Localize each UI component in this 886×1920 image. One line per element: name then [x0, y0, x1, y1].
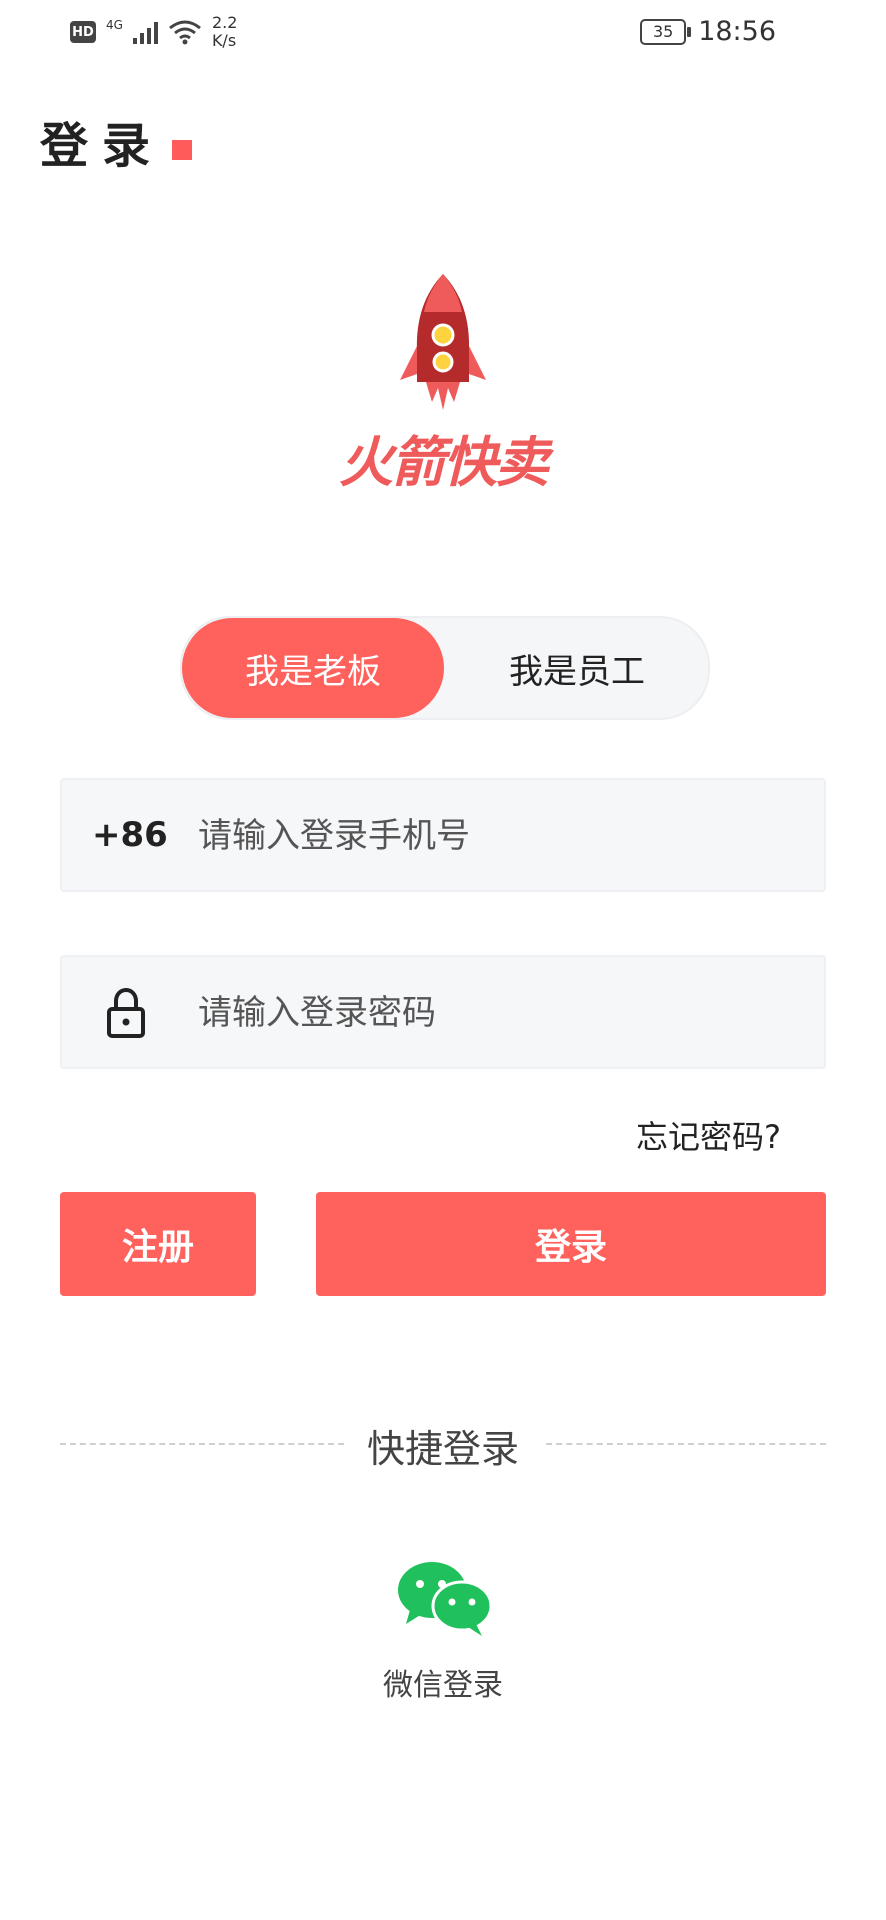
password-field[interactable]	[60, 955, 826, 1069]
role-option-boss[interactable]: 我是老板	[182, 618, 444, 718]
battery-icon: 35	[640, 18, 692, 45]
speed-value: 2.2	[211, 13, 238, 32]
login-button[interactable]: 登录	[316, 1192, 826, 1296]
status-left: HD 4G 2.2 K/s	[70, 14, 237, 50]
clock: 18:56	[698, 16, 776, 47]
network-speed: 2.2 K/s	[212, 14, 237, 50]
forgot-password-link[interactable]: 忘记密码?	[636, 1112, 781, 1158]
role-toggle: 我是老板 我是员工	[180, 616, 710, 720]
app-logo: 火箭快卖	[318, 270, 568, 494]
wifi-icon	[169, 20, 201, 45]
signal-icon	[132, 20, 158, 44]
speed-unit: K/s	[211, 31, 237, 50]
network-label: 4G	[106, 18, 123, 32]
phone-input[interactable]	[196, 780, 800, 892]
rocket-icon	[400, 274, 486, 410]
title-accent-dot	[172, 140, 192, 160]
status-right: 35 18:56	[640, 16, 776, 47]
quick-login-label: 快捷登录	[366, 1427, 519, 1471]
status-bar: HD 4G 2.2 K/s 35 18:56	[0, 0, 886, 66]
wechat-login-label[interactable]: 微信登录	[0, 1660, 886, 1704]
phone-field[interactable]: +86	[60, 778, 826, 892]
lock-icon	[107, 987, 145, 1038]
page-title: 登录	[40, 118, 165, 174]
divider-right	[546, 1443, 826, 1445]
wechat-icon[interactable]	[396, 1560, 492, 1636]
role-option-staff[interactable]: 我是员工	[446, 618, 708, 718]
hd-badge: HD	[70, 21, 96, 43]
logo-text: 火箭快卖	[339, 431, 549, 494]
register-button[interactable]: 注册	[60, 1192, 256, 1296]
battery-level: 35	[653, 22, 674, 41]
password-input[interactable]	[196, 957, 800, 1069]
login-page: HD 4G 2.2 K/s 35 18:56 登录 火箭快卖 我是老板 我是员工…	[0, 0, 886, 1920]
country-code-prefix[interactable]: +86	[92, 780, 168, 890]
